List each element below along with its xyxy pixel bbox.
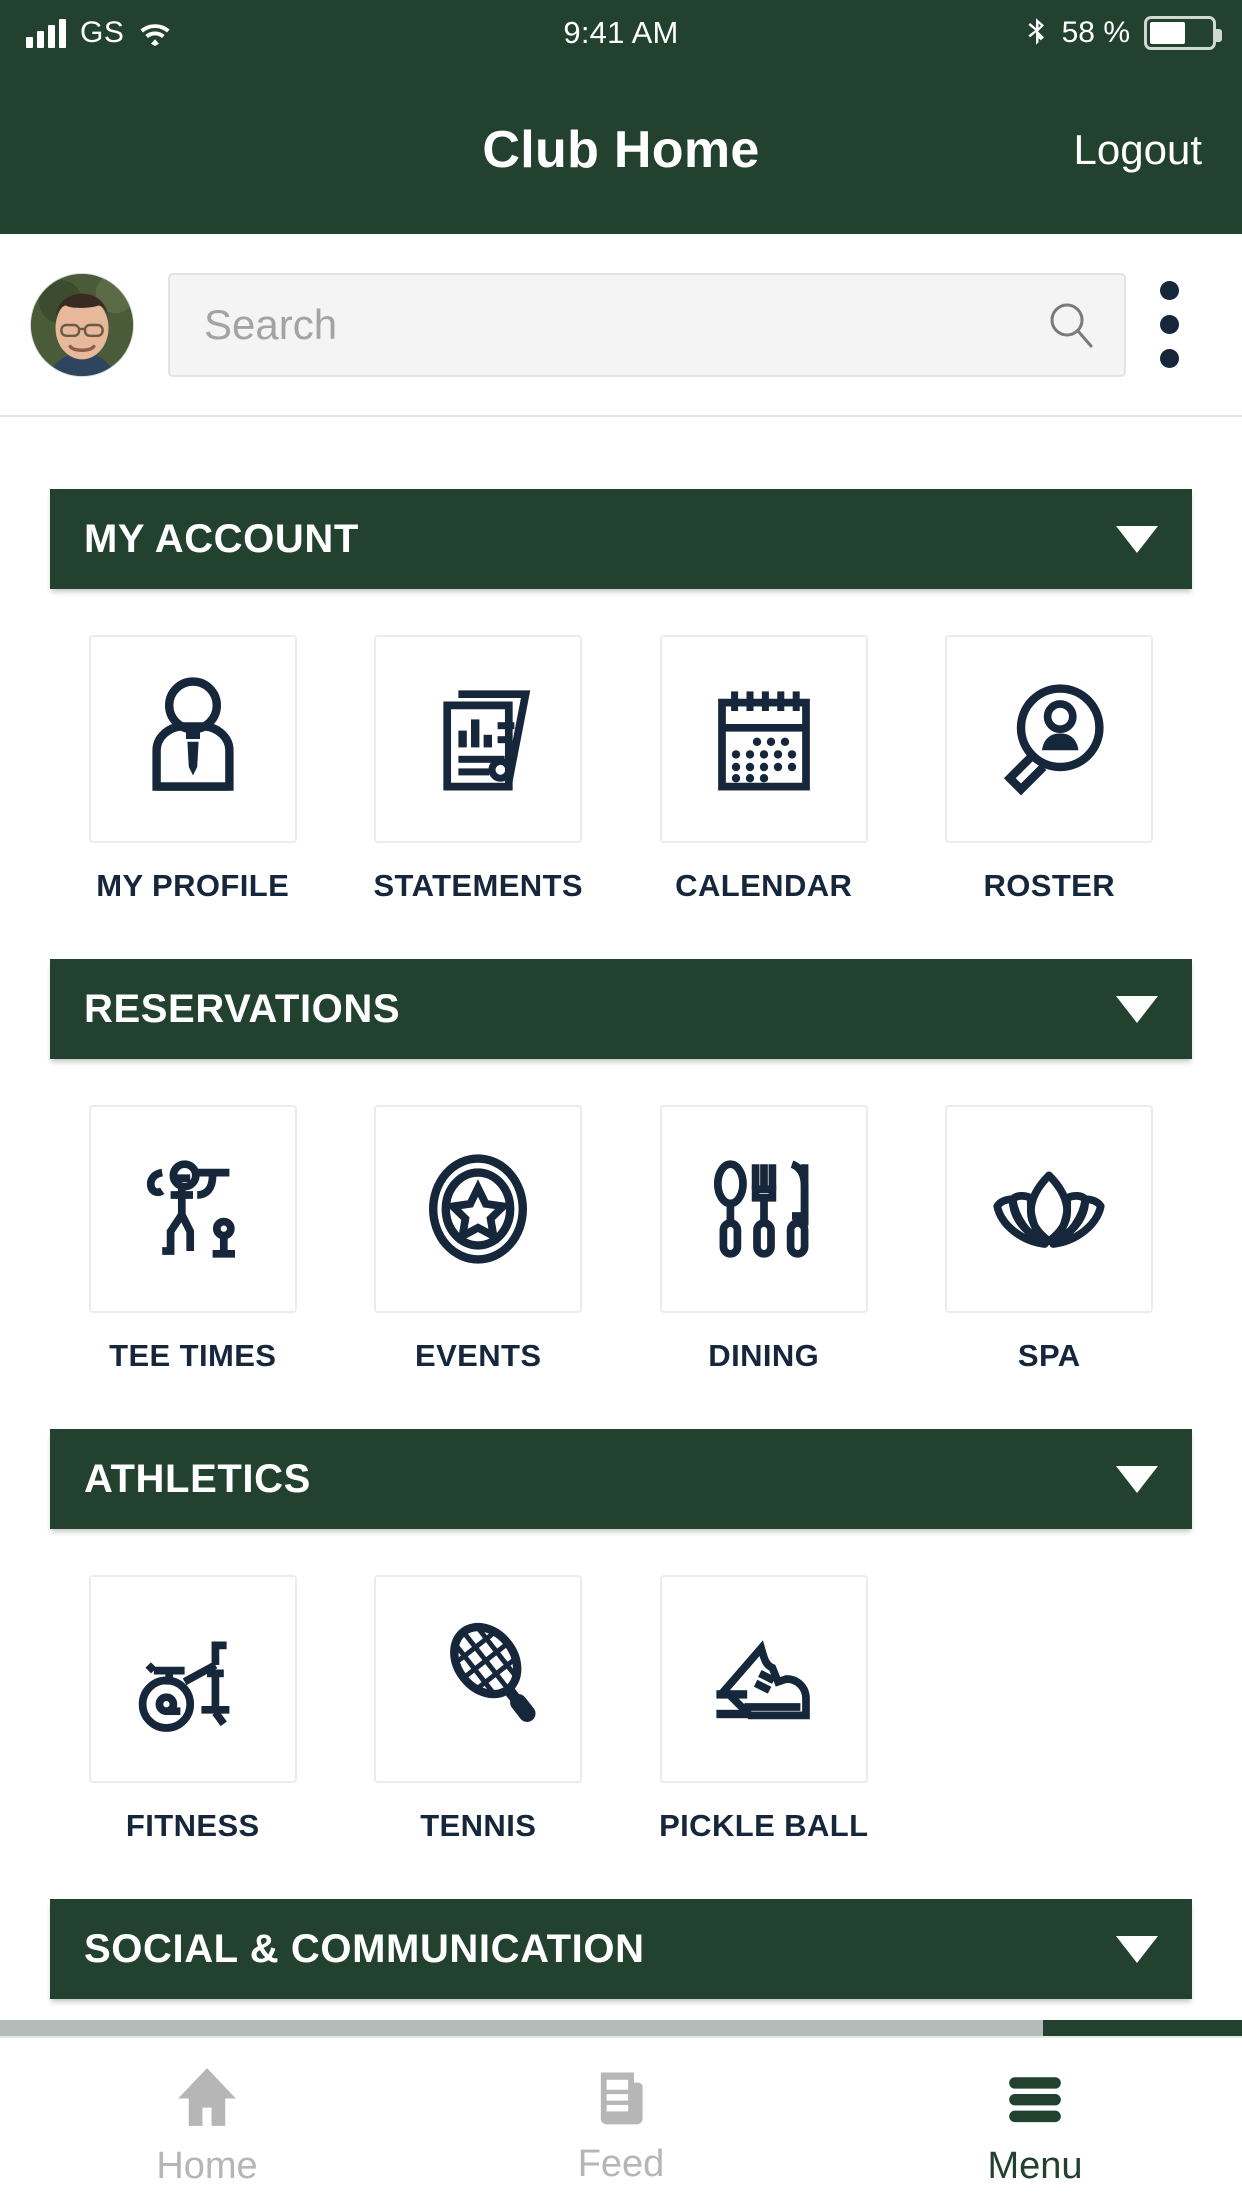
tile-grid-athletics: FITNESS TENNIS PICKLE BALL (50, 1531, 1192, 1853)
tab-label: Home (156, 2144, 258, 2187)
tile-card[interactable] (88, 635, 297, 843)
tile-label: DINING (708, 1338, 820, 1374)
tile-grid-my-account: MY PROFILE STATEMENTS CALENDAR ROSTER (50, 591, 1192, 913)
tile-label: TENNIS (420, 1808, 537, 1844)
person-tie-icon (152, 677, 234, 791)
tile-label: EVENTS (415, 1338, 542, 1374)
lotus-icon (993, 1171, 1105, 1248)
tab-label: Menu (987, 2144, 1083, 2187)
search-field[interactable] (168, 272, 1126, 377)
cutlery-icon (713, 1160, 809, 1258)
carrier-label: GS (80, 16, 125, 49)
bluetooth-icon (1026, 17, 1048, 49)
tile-pickle-ball[interactable]: PICKLE BALL (621, 1575, 907, 1843)
tile-card[interactable] (945, 635, 1154, 843)
tab-home[interactable]: Home (0, 2038, 414, 2208)
tile-tennis[interactable]: TENNIS (336, 1575, 622, 1843)
tile-events[interactable]: EVENTS (336, 1105, 622, 1373)
status-bar-right: 58 % (1026, 16, 1222, 50)
wifi-icon (138, 20, 172, 46)
chevron-down-icon[interactable] (1116, 995, 1158, 1023)
tile-card[interactable] (659, 1575, 868, 1784)
tile-roster[interactable]: ROSTER (907, 635, 1193, 903)
documents-chart-icon (443, 690, 531, 791)
section-header-reservations[interactable]: RESERVATIONS (50, 959, 1192, 1060)
star-badge-icon (429, 1154, 528, 1264)
scroll-indicator-thumb[interactable] (1043, 2020, 1242, 2036)
tile-tee-times[interactable]: TEE TIMES (50, 1105, 336, 1373)
tile-grid-reservations: TEE TIMES EVENTS DINING SPA (50, 1061, 1192, 1383)
status-bar: GS 9:41 AM 58 % (0, 0, 1242, 66)
tile-card[interactable] (88, 1575, 297, 1784)
hamburger-icon (1009, 2076, 1061, 2122)
section-title: SOCIAL & COMMUNICATION (84, 1926, 645, 1971)
section-title: RESERVATIONS (84, 986, 401, 1031)
section-title: MY ACCOUNT (84, 516, 359, 561)
status-bar-left: GS (26, 16, 172, 50)
scroll-indicator[interactable] (0, 2020, 1242, 2036)
kebab-menu-icon[interactable] (1126, 281, 1212, 368)
tile-card[interactable] (659, 635, 868, 843)
tile-card[interactable] (374, 635, 583, 843)
section-title: ATHLETICS (84, 1456, 311, 1501)
calendar-icon (717, 691, 810, 791)
tennis-racket-icon (450, 1623, 536, 1723)
magnifier-person-icon (1004, 684, 1104, 796)
tile-label: SPA (1017, 1338, 1081, 1374)
chevron-down-icon[interactable] (1116, 1935, 1158, 1963)
tile-label: CALENDAR (675, 868, 853, 903)
bottom-tab-bar: Home Feed Menu (0, 2036, 1242, 2208)
exercise-bike-icon (138, 1641, 230, 1733)
logout-button[interactable]: Logout (1074, 126, 1202, 174)
golfer-icon (146, 1160, 235, 1258)
tile-calendar[interactable]: CALENDAR (621, 635, 907, 903)
content-scroll-area[interactable]: MY ACCOUNT MY PROFILE STATEMENTS CALENDA… (0, 417, 1242, 2036)
tile-card[interactable] (945, 1105, 1154, 1314)
tile-label: TEE TIMES (109, 1338, 277, 1374)
section-header-athletics[interactable]: ATHLETICS (50, 1429, 1192, 1530)
tile-card[interactable] (374, 1105, 583, 1314)
chevron-down-icon[interactable] (1116, 1465, 1158, 1493)
section-header-my-account[interactable]: MY ACCOUNT (50, 489, 1192, 589)
page-title: Club Home (482, 121, 760, 179)
tile-dining[interactable]: DINING (621, 1105, 907, 1373)
section-header-social-communication[interactable]: SOCIAL & COMMUNICATION (50, 1899, 1192, 2000)
nav-header: Club Home Logout (0, 66, 1242, 234)
tab-menu[interactable]: Menu (828, 2038, 1242, 2208)
tile-card[interactable] (659, 1105, 868, 1314)
newspaper-icon (600, 2072, 643, 2124)
user-avatar[interactable] (30, 272, 134, 377)
tile-label: MY PROFILE (96, 868, 290, 903)
tile-label: ROSTER (983, 868, 1116, 903)
tab-feed[interactable]: Feed (414, 2038, 828, 2208)
tile-empty (907, 1575, 1193, 1843)
search-input[interactable] (204, 300, 1044, 349)
tile-label: FITNESS (125, 1808, 260, 1844)
battery-percent-label: 58 % (1061, 16, 1130, 49)
scroll-indicator-track (0, 2020, 1044, 2036)
app-screen: GS 9:41 AM 58 % Club Home Logout Search … (0, 0, 1242, 2208)
tile-card[interactable] (88, 1105, 297, 1314)
tile-statements[interactable]: STATEMENTS (336, 635, 622, 903)
chevron-down-icon[interactable] (1116, 525, 1158, 553)
home-icon (178, 2067, 236, 2126)
tile-label: STATEMENTS (373, 868, 583, 903)
running-shoe-icon (716, 1640, 810, 1720)
tile-fitness[interactable]: FITNESS (50, 1575, 336, 1843)
tile-card[interactable] (374, 1575, 583, 1784)
tab-label: Feed (577, 2142, 665, 2185)
tile-spa[interactable]: SPA (907, 1105, 1193, 1373)
search-icon[interactable] (1044, 298, 1098, 352)
search-row (0, 234, 1242, 417)
battery-icon (1144, 16, 1222, 50)
tile-label: PICKLE BALL (659, 1808, 869, 1844)
signal-bars-icon (26, 18, 66, 48)
tile-my-profile[interactable]: MY PROFILE (50, 635, 336, 903)
